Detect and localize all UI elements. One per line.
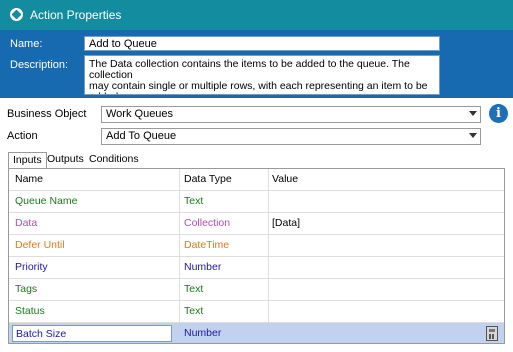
action-dropdown[interactable]: Add To Queue — [101, 128, 481, 145]
param-type: Text — [184, 195, 204, 207]
table-row[interactable]: Tags Text — [9, 279, 504, 301]
table-row[interactable]: Priority Number — [9, 257, 504, 279]
action-label: Action — [7, 130, 38, 142]
param-type: DateTime — [184, 239, 230, 251]
column-header-value: Value — [272, 173, 299, 185]
table-row[interactable]: Queue Name Text — [9, 191, 504, 213]
description-label: Description: — [10, 59, 69, 71]
grid-header-row: Name Data Type Value — [9, 169, 504, 191]
tab-conditions[interactable]: Conditions — [85, 152, 143, 167]
param-name: Defer Until — [15, 239, 65, 251]
table-row[interactable]: Defer Until DateTime — [9, 235, 504, 257]
description-field[interactable]: The Data collection contains the items t… — [84, 55, 440, 95]
param-name: Queue Name — [15, 195, 78, 207]
param-name-editor[interactable]: Batch Size — [12, 325, 172, 342]
name-field[interactable]: Add to Queue — [84, 36, 440, 51]
column-header-name: Name — [15, 173, 44, 185]
window-title: Action Properties — [30, 8, 122, 22]
tab-inputs[interactable]: Inputs — [8, 152, 47, 169]
param-type: Text — [184, 305, 204, 317]
business-object-value: Work Queues — [106, 108, 174, 120]
param-type: Number — [184, 327, 222, 339]
table-row[interactable]: Status Text — [9, 301, 504, 323]
param-value[interactable]: [Data] — [272, 213, 300, 234]
table-row-selected[interactable]: Batch Size Number — [9, 323, 504, 343]
tab-outputs[interactable]: Outputs — [43, 152, 88, 167]
param-name: Status — [15, 305, 45, 317]
param-type: Number — [184, 261, 222, 273]
inputs-grid: Name Data Type Value Queue Name Text Dat… — [8, 168, 505, 344]
description-line-1: The Data collection contains the items t… — [89, 58, 410, 81]
calculator-icon[interactable] — [486, 326, 498, 341]
param-type: Collection — [184, 217, 231, 229]
column-header-data-type: Data Type — [184, 173, 232, 185]
chevron-down-icon — [469, 111, 477, 116]
chevron-down-icon — [469, 133, 477, 138]
header-panel: Name: Add to Queue Description: The Data… — [0, 30, 513, 98]
info-icon[interactable]: i — [489, 104, 508, 123]
title-bar: Action Properties — [0, 0, 513, 30]
name-label: Name: — [10, 38, 43, 50]
param-name: Data — [15, 217, 38, 229]
description-line-2: may contain single or multiple rows, wit… — [89, 80, 428, 95]
param-name: Priority — [15, 261, 48, 273]
action-value: Add To Queue — [106, 130, 177, 142]
param-name: Tags — [15, 283, 38, 295]
param-type: Text — [184, 283, 204, 295]
blueprism-diamond-icon — [10, 8, 23, 21]
business-object-label: Business Object — [7, 108, 87, 120]
table-row[interactable]: Data Collection [Data] — [9, 213, 504, 235]
business-object-dropdown[interactable]: Work Queues — [101, 106, 481, 123]
